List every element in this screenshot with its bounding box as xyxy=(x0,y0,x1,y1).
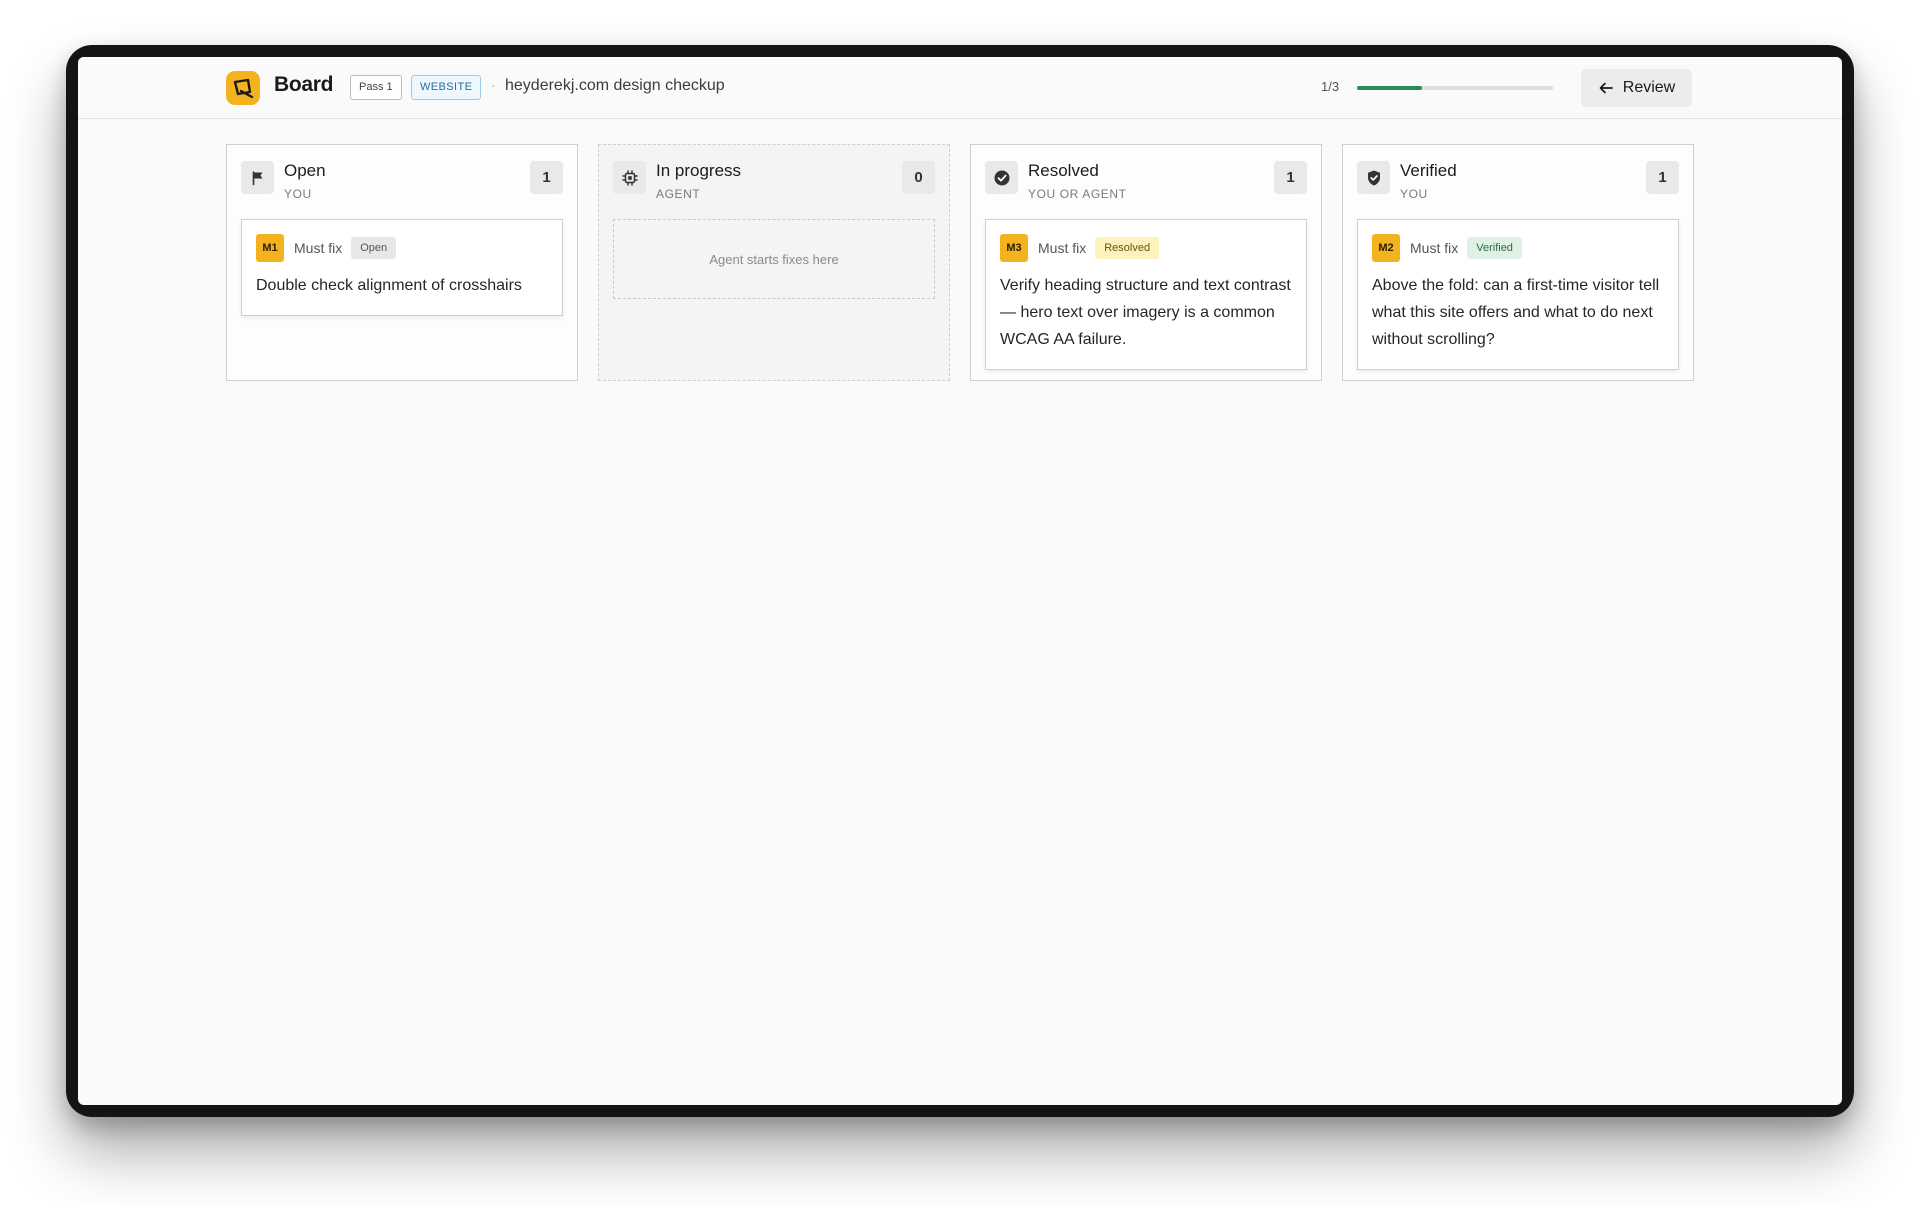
top-bar: Board Pass 1 WEBSITE · heyderekj.com des… xyxy=(78,57,1842,119)
flag-icon xyxy=(241,161,274,194)
arrow-left-icon xyxy=(1599,82,1613,94)
column-verified: Verified YOU 1 M2 Must fix Verified Abov… xyxy=(1342,144,1694,381)
status-badge: Verified xyxy=(1467,237,1522,259)
issue-priority: Must fix xyxy=(1038,240,1087,256)
issue-priority: Must fix xyxy=(1410,240,1459,256)
type-badge: WEBSITE xyxy=(411,75,482,100)
column-count: 1 xyxy=(530,161,563,194)
column-title: In progress xyxy=(656,161,742,180)
review-button[interactable]: Review xyxy=(1581,69,1692,107)
column-count: 1 xyxy=(1274,161,1307,194)
column-in-progress: In progress AGENT 0 Agent starts fixes h… xyxy=(598,144,950,381)
column-owner: YOU xyxy=(1400,187,1428,201)
separator: · xyxy=(491,77,496,93)
issue-card-m3[interactable]: M3 Must fix Resolved Verify heading stru… xyxy=(985,219,1307,370)
page-title: Board xyxy=(274,73,334,96)
check-circle-icon xyxy=(985,161,1018,194)
column-count: 0 xyxy=(902,161,935,194)
issue-id-badge: M3 xyxy=(1000,234,1028,262)
column-owner: YOU xyxy=(284,187,312,201)
issue-id-badge: M1 xyxy=(256,234,284,262)
issue-text: Double check alignment of crosshairs xyxy=(256,277,522,294)
status-badge: Open xyxy=(351,237,397,259)
progress-bar xyxy=(1357,86,1553,90)
issue-id-badge: M2 xyxy=(1372,234,1400,262)
empty-drop-zone[interactable]: Agent starts fixes here xyxy=(613,219,935,299)
project-name: heyderekj.com design checkup xyxy=(505,77,725,94)
status-badge: Resolved xyxy=(1095,237,1160,259)
shield-check-icon xyxy=(1357,161,1390,194)
app-screen: Board Pass 1 WEBSITE · heyderekj.com des… xyxy=(78,57,1842,1105)
issue-card-m1[interactable]: M1 Must fix Open Double check alignment … xyxy=(241,219,563,316)
column-open: Open YOU 1 M1 Must fix Open Double check… xyxy=(226,144,578,381)
issue-card-m2[interactable]: M2 Must fix Verified Above the fold: can… xyxy=(1357,219,1679,370)
column-count: 1 xyxy=(1646,161,1679,194)
column-title: Verified xyxy=(1400,161,1457,180)
device-frame: Board Pass 1 WEBSITE · heyderekj.com des… xyxy=(66,45,1854,1117)
app-logo-icon[interactable] xyxy=(226,71,260,105)
progress-bar-fill xyxy=(1357,86,1423,90)
chip-icon xyxy=(613,161,646,194)
issue-priority: Must fix xyxy=(294,240,343,256)
pass-badge: Pass 1 xyxy=(350,75,402,100)
progress-count: 1/3 xyxy=(1321,79,1340,94)
column-title: Resolved xyxy=(1028,161,1099,180)
column-title: Open xyxy=(284,161,326,180)
column-owner: AGENT xyxy=(656,187,701,201)
column-owner: YOU OR AGENT xyxy=(1028,187,1127,201)
issue-text: Verify heading structure and text contra… xyxy=(1000,277,1291,348)
review-button-label: Review xyxy=(1622,79,1676,96)
column-resolved: Resolved YOU OR AGENT 1 M3 Must fix Reso… xyxy=(970,144,1322,381)
issue-text: Above the fold: can a first-time visitor… xyxy=(1372,277,1660,348)
